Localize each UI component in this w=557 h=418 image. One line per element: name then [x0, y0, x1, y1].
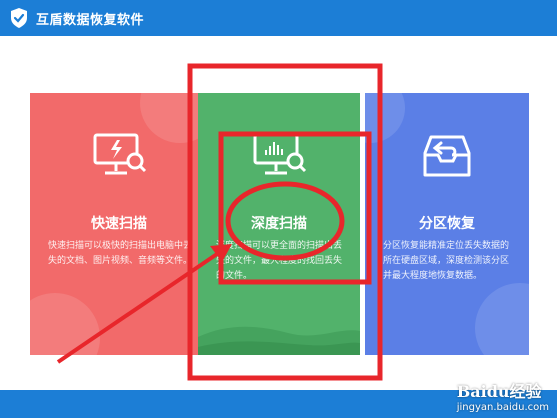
partition-recovery-card[interactable]: 分区恢复 分区恢复能精准定位丢失数据的所在硬盘区域，深度检测该分区并最大程度地恢… — [365, 93, 529, 355]
deep-scan-title: 深度扫描 — [251, 216, 307, 232]
shield-check-icon — [8, 7, 30, 29]
title-bar: 互盾数据恢复软件 — [0, 0, 557, 36]
quick-scan-title: 快速扫描 — [91, 216, 147, 232]
watermark-brand: Baidu经验 — [456, 382, 542, 401]
hills-decoration — [198, 326, 360, 355]
deep-scan-card[interactable]: 深度扫描 深度扫描可以更全面的扫描出丢失的文件，最大程度的找回丢失的文件。 — [198, 93, 360, 355]
partition-recovery-desc: 分区恢复能精准定位丢失数据的所在硬盘区域，深度检测该分区并最大程度地恢复数据。 — [383, 241, 510, 281]
main-content: 快速扫描 快速扫描可以极快的扫描出电脑中丢失的文档、图片视频、音频等文件。 分区… — [0, 36, 557, 390]
watermark-url: jingyan.baidu.com — [456, 402, 549, 413]
inbox-restore-icon — [423, 135, 471, 177]
baidu-watermark: Baidu经验 jingyan.baidu.com — [457, 378, 549, 413]
quick-scan-card[interactable]: 快速扫描 快速扫描可以极快的扫描出电脑中丢失的文档、图片视频、音频等文件。 — [30, 93, 208, 355]
monitor-chart-search-icon — [253, 133, 307, 175]
partition-recovery-title: 分区恢复 — [419, 216, 475, 232]
deep-scan-desc: 深度扫描可以更全面的扫描出丢失的文件，最大程度的找回丢失的文件。 — [216, 241, 343, 281]
quick-scan-desc: 快速扫描可以极快的扫描出电脑中丢失的文档、图片视频、音频等文件。 — [48, 241, 193, 266]
monitor-search-icon — [93, 133, 147, 175]
app-title: 互盾数据恢复软件 — [36, 12, 145, 28]
